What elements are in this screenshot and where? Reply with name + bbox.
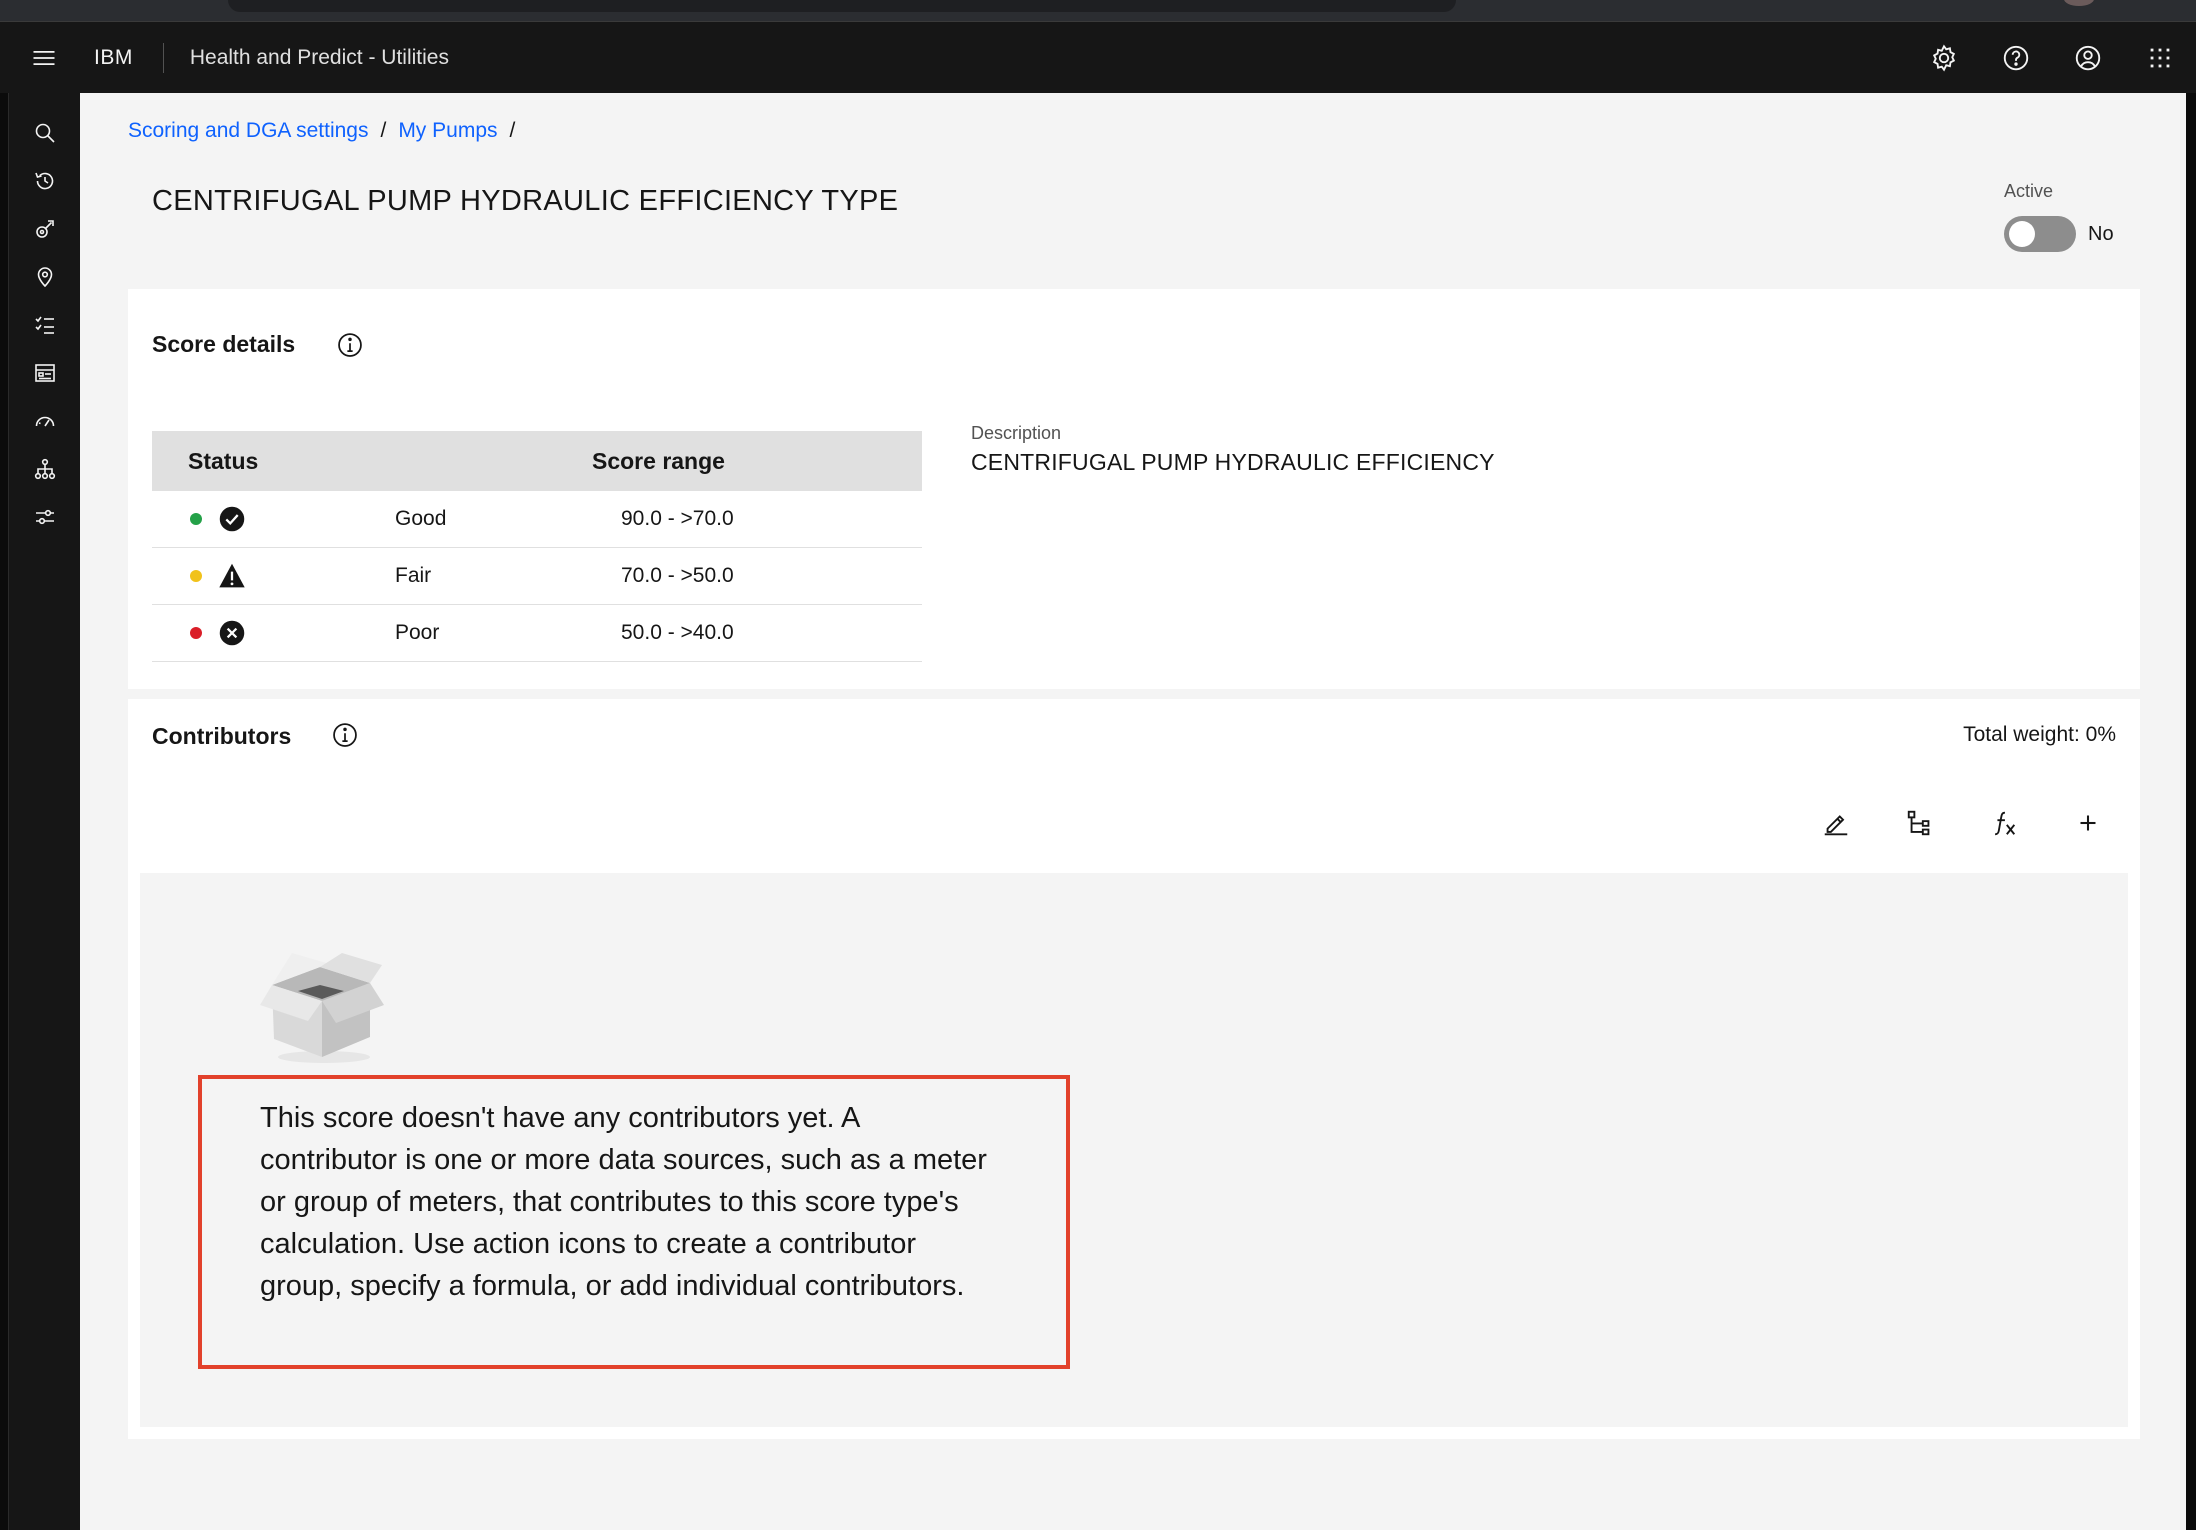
score-range-value: 70.0 - >50.0 — [621, 564, 734, 587]
score-range-table: Status Score range Good 90.0 - >70.0 Fai… — [152, 431, 922, 662]
location-icon — [37, 267, 53, 288]
active-toggle-state: No — [2088, 222, 2114, 245]
rail-assets[interactable] — [9, 205, 81, 253]
header-actions — [1908, 22, 2196, 93]
breadcrumb: Scoring and DGA settings / My Pumps / — [128, 119, 515, 143]
breadcrumb-scoring-settings[interactable]: Scoring and DGA settings — [128, 119, 368, 143]
contributor-group-icon — [1907, 810, 1930, 836]
rail-meters[interactable] — [9, 397, 81, 445]
rail-tasks[interactable] — [9, 301, 81, 349]
empty-state: This score doesn't have any contributors… — [140, 873, 2128, 1427]
score-range-value: 50.0 - >40.0 — [621, 621, 734, 644]
rail-locations[interactable] — [9, 253, 81, 301]
contributors-card: Contributors Total weight: 0% This score… — [128, 699, 2140, 1439]
settings-button[interactable] — [1908, 22, 1980, 93]
user-button[interactable] — [2052, 22, 2124, 93]
active-label: Active — [2004, 181, 2054, 201]
app-title: Health and Predict - Utilities — [189, 45, 449, 69]
rail-history[interactable] — [9, 157, 81, 205]
app-switcher-icon — [2150, 48, 2170, 67]
breadcrumb-separator: / — [380, 119, 387, 142]
hamburger-icon — [33, 50, 55, 65]
toggle-knob — [2009, 221, 2035, 247]
empty-state-message-highlight: This score doesn't have any contributors… — [198, 1075, 1070, 1369]
left-rail-nav — [8, 93, 80, 1530]
table-row: Good 90.0 - >70.0 — [152, 491, 922, 548]
browser-profile-avatar[interactable] — [2064, 0, 2094, 6]
active-toggle-group: Active No — [2004, 181, 2114, 252]
total-weight: Total weight: 0% — [1963, 723, 2116, 746]
status-dot-poor — [190, 627, 202, 639]
contributor-toolbar — [1794, 795, 2130, 851]
help-icon — [2003, 45, 2029, 70]
search-icon — [35, 123, 55, 143]
warning-icon — [219, 563, 245, 588]
formula-icon — [1995, 811, 2016, 836]
column-header-score-range: Score range — [592, 447, 725, 474]
rail-search[interactable] — [9, 109, 81, 157]
meter-icon — [35, 416, 55, 427]
status-label: Fair — [395, 564, 432, 587]
help-button[interactable] — [1980, 22, 2052, 93]
status-dot-good — [190, 513, 202, 525]
table-row: Poor 50.0 - >40.0 — [152, 605, 922, 662]
score-details-card: Score details Status Score range Good 90… — [128, 289, 2140, 689]
table-header: Status Score range — [152, 431, 922, 491]
empty-state-message: This score doesn't have any contributors… — [260, 1102, 987, 1302]
edit-icon — [1824, 815, 1848, 836]
active-toggle[interactable] — [2004, 216, 2076, 252]
page-title: CENTRIFUGAL PUMP HYDRAULIC EFFICIENCY TY… — [152, 185, 899, 217]
rail-settings[interactable] — [9, 493, 81, 541]
menu-button[interactable] — [0, 22, 88, 93]
add-contributor-button[interactable] — [2046, 795, 2130, 851]
checkmark-icon — [219, 506, 245, 532]
status-label: Good — [395, 507, 447, 530]
asset-icon — [36, 220, 54, 238]
browser-address-bar[interactable] — [228, 0, 1456, 12]
main-content: Scoring and DGA settings / My Pumps / CE… — [80, 93, 2186, 1530]
history-icon — [35, 172, 54, 190]
contributor-group-button[interactable] — [1878, 795, 1962, 851]
description-label: Description — [971, 423, 1062, 443]
edit-button[interactable] — [1794, 795, 1878, 851]
info-icon[interactable] — [331, 721, 359, 749]
user-icon — [2075, 45, 2101, 70]
error-icon — [219, 620, 245, 646]
table-row: Fair 70.0 - >50.0 — [152, 548, 922, 605]
formula-button[interactable] — [1962, 795, 2046, 851]
settings-icon — [1932, 44, 1956, 71]
column-header-status: Status — [188, 447, 259, 474]
settings-sliders-icon — [36, 509, 54, 525]
app-switcher-button[interactable] — [2124, 22, 2196, 93]
tasks-icon — [35, 316, 54, 334]
rail-hierarchy[interactable] — [9, 445, 81, 493]
contributors-title: Contributors — [152, 723, 292, 749]
status-dot-fair — [190, 570, 202, 582]
description-value: CENTRIFUGAL PUMP HYDRAULIC EFFICIENCY — [971, 449, 1495, 475]
info-icon[interactable] — [336, 331, 364, 359]
score-details-title: Score details — [152, 331, 296, 357]
score-range-value: 90.0 - >70.0 — [621, 507, 734, 530]
rail-dashboard[interactable] — [9, 349, 81, 397]
hierarchy-icon — [34, 458, 56, 480]
empty-box-icon — [260, 953, 384, 1063]
breadcrumb-separator: / — [509, 119, 516, 142]
dashboard-icon — [35, 364, 55, 382]
breadcrumb-my-pumps[interactable]: My Pumps — [398, 119, 497, 143]
status-label: Poor — [395, 621, 440, 644]
add-icon — [2080, 815, 2096, 831]
app-header: IBM Health and Predict - Utilities — [0, 22, 2196, 93]
browser-top-strip — [0, 0, 2196, 22]
ibm-brand[interactable]: IBM — [94, 42, 164, 73]
